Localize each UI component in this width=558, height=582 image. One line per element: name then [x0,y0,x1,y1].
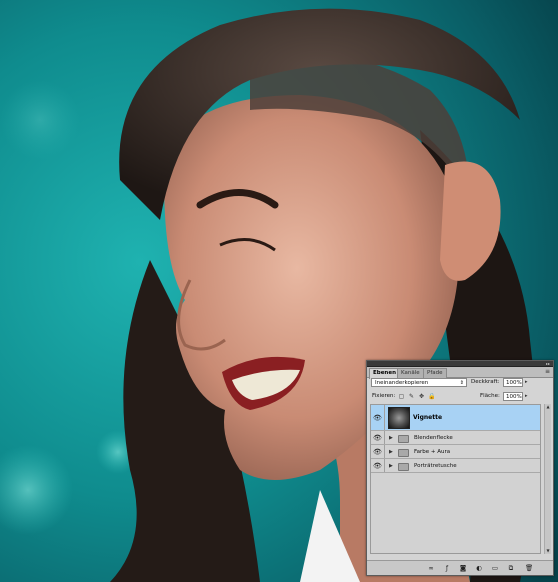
opacity-label: Deckkraft: [471,379,500,385]
adjustment-icon[interactable]: ◐ [475,564,483,572]
visibility-eye-icon[interactable]: 👁 [373,414,382,422]
expand-triangle-icon[interactable]: ▶ [389,448,393,456]
visibility-eye-icon[interactable]: 👁 [373,434,382,442]
layer-row-portraetretusche[interactable]: 👁 ▶ Porträtretusche [371,459,540,473]
divider [384,445,385,458]
expand-triangle-icon[interactable]: ▶ [389,434,393,442]
panel-footer: ∞ ƒ ◙ ◐ ▭ ⧉ 🗑 [367,560,553,575]
group-name: Farbe + Aura [414,449,451,455]
layer-row-farbe-aura[interactable]: 👁 ▶ Farbe + Aura [371,445,540,459]
trash-icon[interactable]: 🗑 [525,564,533,572]
divider [384,459,385,472]
opacity-slider-icon[interactable]: ▸ [525,378,528,387]
new-layer-icon[interactable]: ⧉ [507,564,515,572]
divider [384,405,385,430]
panel-tabs: Ebenen Kanäle Pfade ≡ [367,367,553,379]
folder-icon [398,449,409,457]
lock-label: Fixieren: [372,393,396,399]
panel-menu-icon[interactable]: ≡ [545,368,550,375]
link-icon[interactable]: ∞ [427,564,435,572]
layer-row-vignette[interactable]: 👁 Vignette [371,405,540,431]
tab-kanaele[interactable]: Kanäle [397,368,424,378]
mask-icon[interactable]: ◙ [459,564,467,572]
blend-mode-select[interactable]: Ineinanderkopieren ⇕ [371,378,467,387]
lock-all-icon[interactable]: 🔒 [428,393,435,400]
tab-pfade[interactable]: Pfade [423,368,447,378]
panel-collapse-icon[interactable]: ▸▸ [546,362,550,366]
layer-list-scrollbar[interactable]: ▲ ▼ [544,404,551,554]
folder-icon [398,463,409,471]
visibility-eye-icon[interactable]: 👁 [373,462,382,470]
visibility-eye-icon[interactable]: 👁 [373,448,382,456]
expand-triangle-icon[interactable]: ▶ [389,462,393,470]
fx-icon[interactable]: ƒ [443,564,451,572]
fill-input[interactable]: 100% [503,392,523,401]
layers-panel: ▸▸ Ebenen Kanäle Pfade ≡ Ineinanderkopie… [366,360,554,576]
chevron-down-icon: ⇕ [459,380,464,386]
lock-transparency-icon[interactable]: ▢ [398,393,405,400]
layer-thumbnail [388,407,410,429]
folder-icon [398,435,409,443]
layer-row-blendenflecke[interactable]: 👁 ▶ Blendenflecke [371,431,540,445]
lock-image-icon[interactable]: ✎ [408,393,415,400]
layer-list: 👁 Vignette 👁 ▶ Blendenflecke 👁 ▶ Farbe +… [370,404,541,554]
lock-position-icon[interactable]: ✥ [418,393,425,400]
blend-mode-value: Ineinanderkopieren [375,380,429,386]
fill-label: Fläche: [480,393,500,399]
group-name: Porträtretusche [414,463,457,469]
group-icon[interactable]: ▭ [491,564,499,572]
fill-slider-icon[interactable]: ▸ [525,392,528,401]
scroll-up-icon[interactable]: ▲ [545,404,551,410]
opacity-input[interactable]: 100% [503,378,523,387]
scroll-down-icon[interactable]: ▼ [545,548,551,554]
layer-name: Vignette [413,414,443,421]
group-name: Blendenflecke [414,435,453,441]
divider [384,431,385,444]
